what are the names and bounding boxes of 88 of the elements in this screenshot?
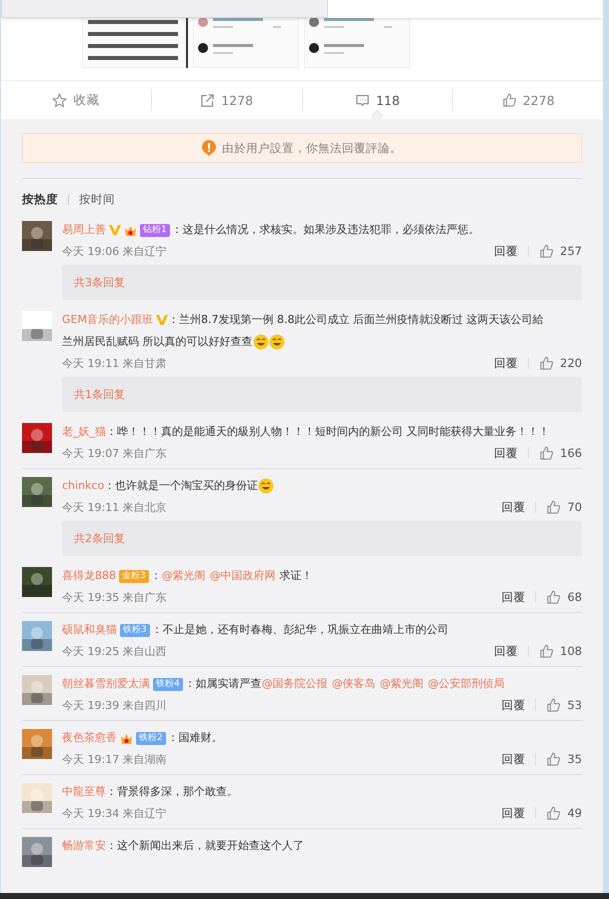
thumbs-up-icon [546, 698, 562, 712]
comment-time: 今天 19:34 来自辽宁 [62, 806, 168, 820]
reply-link[interactable]: 回覆 [501, 753, 536, 765]
user-name[interactable]: 朝丝暮雪别爱太满 [62, 673, 150, 695]
comment-time: 今天 19:06 来自辽宁 [62, 244, 168, 258]
mention-link[interactable]: @中国政府网 [210, 565, 276, 587]
reply-link[interactable]: 回覆 [494, 447, 530, 459]
reply-link[interactable]: 回覆 [494, 645, 530, 657]
share-icon [200, 92, 216, 108]
share-action[interactable]: 1278 [150, 89, 302, 111]
comment-time: 今天 19:35 来自广东 [62, 590, 168, 604]
comment-text: ：国难财。 [168, 730, 223, 746]
comment-text: ：兰州8.7发现第一例 8.8此公司成立 后面兰州疫情就没断过 这两天该公司給 [168, 312, 544, 328]
reply-link[interactable]: 回覆 [501, 807, 536, 819]
star-icon [52, 92, 68, 108]
reply-link[interactable]: 回覆 [494, 245, 530, 257]
comment-icon [354, 92, 370, 108]
user-name[interactable]: 易周上善 [62, 219, 106, 241]
emoji-icon [252, 334, 268, 350]
like-action[interactable]: 2278 [452, 89, 603, 111]
fan-badge: 金粉3 [119, 570, 149, 582]
comment-text: 求证！ [280, 568, 313, 584]
comment-time: 今天 19:39 来自四川 [62, 698, 168, 712]
comment-text: ：不止是她，还有时春梅、彭紀华，巩振立在曲靖上市的公司 [152, 622, 449, 638]
comment-text: ： [150, 568, 162, 584]
comment-text: ：如属实请严查 [184, 676, 262, 692]
replies-link[interactable]: 共2条回复 [62, 521, 582, 556]
user-name[interactable]: 中龍至尊 [62, 781, 106, 803]
thumbs-up-icon [546, 806, 562, 820]
like-button[interactable]: 108 [539, 644, 582, 658]
like-button[interactable]: 35 [546, 752, 582, 766]
comment-time: 今天 19:11 来自北京 [62, 500, 168, 514]
replies-link[interactable]: 共1条回复 [62, 377, 582, 412]
comment-text: ：哗！！！真的是能通天的級别人物！！！短时间内的新公司 又同时能获得大量业 [106, 424, 506, 440]
star-action[interactable]: 收藏 [1, 89, 151, 111]
thumbs-up-icon [539, 644, 554, 658]
fan-badge: 铁粉4 [153, 678, 183, 690]
mention-link[interactable]: @紫光阁 [380, 673, 424, 695]
mention-link[interactable]: @侠客岛 [332, 673, 376, 695]
replies-link[interactable]: 共3条回复 [62, 265, 582, 300]
mention-link[interactable]: @公安部刑侦局 [428, 673, 505, 695]
comment-time: 今天 19:11 来自甘肃 [62, 356, 168, 370]
like-button[interactable]: 68 [546, 590, 582, 604]
fan-badge: 铁粉2 [136, 732, 166, 744]
fan-badge: 钻粉1 [140, 224, 170, 236]
thumbs-up-icon [546, 590, 562, 604]
mention-link[interactable]: @国务院公报 [262, 673, 328, 695]
like-button[interactable]: 220 [539, 356, 582, 370]
comment-text: ：这个新闻出来后，就要开始查这个人了 [106, 838, 304, 854]
like-button[interactable]: 166 [539, 446, 582, 460]
reply-link[interactable]: 回覆 [494, 357, 530, 369]
warning-icon [202, 140, 216, 156]
comment-time: 今天 19:07 来自广东 [62, 446, 168, 460]
user-name[interactable]: 畅游常安 [62, 835, 106, 857]
like-button[interactable]: 70 [546, 500, 582, 514]
thumbs-up-icon [502, 92, 517, 108]
comment-text: ：背景得多深，那个敢查。 [106, 784, 238, 800]
user-name[interactable]: chinkco [62, 475, 104, 497]
mention-link[interactable]: @紫光阁 [162, 565, 206, 587]
like-button[interactable]: 257 [539, 244, 582, 258]
thumbs-up-icon [539, 244, 554, 258]
user-name[interactable]: GEM音乐的小跟班 [62, 309, 153, 331]
sort-tab[interactable]: 按时间 [79, 192, 115, 206]
thumbs-up-icon [546, 752, 562, 766]
comment-time: 今天 19:25 来自山西 [62, 644, 168, 658]
like-button[interactable]: 53 [546, 698, 582, 712]
user-name[interactable]: 老_妖_猫 [62, 421, 106, 443]
thumbs-up-icon [546, 500, 562, 514]
comment-text: 兰州居民乱赋码 所以真的可以好好查查 [62, 334, 252, 350]
thumbs-up-icon [539, 446, 554, 460]
reply-link[interactable]: 回覆 [501, 591, 536, 603]
comment-time: 今天 19:17 来自湖南 [62, 752, 168, 766]
sort-tab[interactable]: 按热度 [22, 192, 58, 206]
user-name[interactable]: 喜得龙888 [62, 565, 116, 587]
user-name[interactable]: 夜色茶愈香 [62, 727, 117, 749]
fan-badge: 铁粉3 [120, 624, 150, 636]
emoji-icon [268, 334, 284, 350]
comment-text: ：这是什么情况，求核实。如果涉及违法犯罪，必须依法严惩。 [172, 222, 480, 238]
emoji-icon [258, 478, 274, 494]
comment-text: 务！！！ [506, 424, 550, 440]
notice-text: 由於用户設置，你無法回覆評論。 [222, 140, 402, 156]
thumbs-up-icon [539, 356, 554, 370]
reply-link[interactable]: 回覆 [501, 501, 536, 513]
user-name[interactable]: 硕鼠和臭猫 [62, 619, 117, 641]
reply-link[interactable]: 回覆 [501, 699, 536, 711]
search-field[interactable] [1, 0, 328, 18]
like-button[interactable]: 49 [546, 806, 582, 820]
comment-text: ：也许就是一个淘宝买的身份证 [104, 478, 258, 494]
